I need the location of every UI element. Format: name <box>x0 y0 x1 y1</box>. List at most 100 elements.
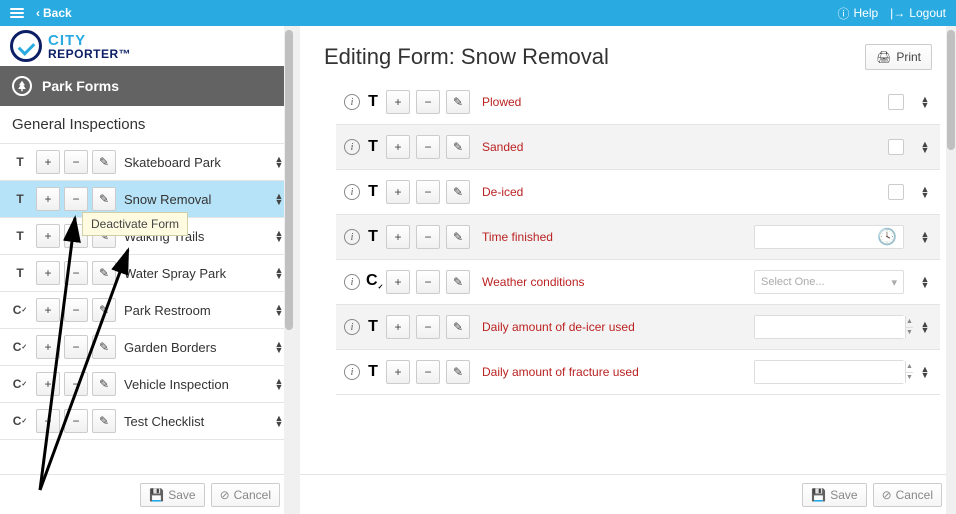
info-icon[interactable]: i <box>344 229 360 245</box>
edit-button[interactable]: ✎ <box>446 270 470 294</box>
checkbox[interactable] <box>888 94 904 110</box>
cancel-icon: ⊘ <box>220 488 230 502</box>
save-button[interactable]: 💾 Save <box>802 483 866 507</box>
time-input[interactable]: 🕓 <box>754 225 904 249</box>
field-row: iT+−✎De-iced▲▼ <box>336 170 940 215</box>
add-button[interactable]: + <box>36 409 60 433</box>
remove-button[interactable]: − <box>416 180 440 204</box>
print-button[interactable]: 🖨 Print <box>865 44 932 70</box>
edit-button[interactable]: ✎ <box>92 335 116 359</box>
sidebar: CITY REPORTER™ Park Forms General Inspec… <box>0 26 300 514</box>
checkbox[interactable] <box>888 184 904 200</box>
add-button[interactable]: + <box>36 187 60 211</box>
spin-up[interactable]: ▲ <box>906 316 913 328</box>
remove-button[interactable]: − <box>416 315 440 339</box>
edit-button[interactable]: ✎ <box>92 150 116 174</box>
add-button[interactable]: + <box>36 335 60 359</box>
edit-button[interactable]: ✎ <box>92 261 116 285</box>
remove-button[interactable]: − <box>64 150 88 174</box>
add-button[interactable]: + <box>386 270 410 294</box>
spin-up[interactable]: ▲ <box>906 361 913 373</box>
info-icon[interactable]: i <box>344 274 360 290</box>
help-button[interactable]: ⓘ Help <box>837 5 878 22</box>
logout-button[interactable]: |→ Logout <box>890 6 946 20</box>
add-button[interactable]: + <box>386 90 410 114</box>
remove-button[interactable]: − <box>416 225 440 249</box>
add-button[interactable]: + <box>36 224 60 248</box>
form-row[interactable]: T+−✎Skateboard Park▲▼ <box>0 144 294 181</box>
page-title: Editing Form: Snow Removal <box>324 44 609 70</box>
select-input[interactable]: Select One...▾ <box>754 270 904 294</box>
sidebar-scrollbar[interactable] <box>284 26 294 514</box>
form-row[interactable]: C✓+−✎Test Checklist▲▼ <box>0 403 294 440</box>
type-indicator: T <box>8 187 32 211</box>
edit-button[interactable]: ✎ <box>446 315 470 339</box>
add-button[interactable]: + <box>386 135 410 159</box>
edit-button[interactable]: ✎ <box>446 90 470 114</box>
edit-button[interactable]: ✎ <box>446 180 470 204</box>
type-indicator: T <box>8 261 32 285</box>
reorder-handle[interactable]: ▲▼ <box>918 97 932 107</box>
main-scrollbar[interactable] <box>946 26 956 514</box>
add-button[interactable]: + <box>386 225 410 249</box>
edit-button[interactable]: ✎ <box>92 298 116 322</box>
info-icon[interactable]: i <box>344 184 360 200</box>
remove-button[interactable]: − <box>64 372 88 396</box>
number-input[interactable]: ▲▼ <box>754 315 904 339</box>
hamburger-icon[interactable] <box>10 8 24 18</box>
remove-button[interactable]: − <box>64 298 88 322</box>
spin-down[interactable]: ▼ <box>906 373 913 384</box>
add-button[interactable]: + <box>36 372 60 396</box>
cancel-button[interactable]: ⊘ Cancel <box>211 483 280 507</box>
edit-button[interactable]: ✎ <box>92 372 116 396</box>
type-indicator: T <box>366 363 380 381</box>
add-button[interactable]: + <box>36 150 60 174</box>
remove-button[interactable]: − <box>416 135 440 159</box>
field-row: iT+−✎Daily amount of fracture used▲▼▲▼ <box>336 350 940 395</box>
reorder-handle[interactable]: ▲▼ <box>918 277 932 287</box>
info-icon[interactable]: i <box>344 319 360 335</box>
reorder-handle[interactable]: ▲▼ <box>918 232 932 242</box>
reorder-handle[interactable]: ▲▼ <box>918 322 932 332</box>
edit-button[interactable]: ✎ <box>92 187 116 211</box>
spin-down[interactable]: ▼ <box>906 328 913 339</box>
add-button[interactable]: + <box>36 298 60 322</box>
add-button[interactable]: + <box>386 315 410 339</box>
number-input[interactable]: ▲▼ <box>754 360 904 384</box>
remove-button[interactable]: − <box>64 261 88 285</box>
type-indicator: T <box>366 228 380 246</box>
remove-button[interactable]: − <box>64 409 88 433</box>
edit-button[interactable]: ✎ <box>446 360 470 384</box>
checkbox[interactable] <box>888 139 904 155</box>
add-button[interactable]: + <box>386 360 410 384</box>
edit-button[interactable]: ✎ <box>446 225 470 249</box>
back-label: Back <box>43 6 72 20</box>
clock-icon: 🕓 <box>877 227 897 247</box>
field-label: Daily amount of de-icer used <box>476 320 738 334</box>
edit-button[interactable]: ✎ <box>446 135 470 159</box>
info-icon[interactable]: i <box>344 139 360 155</box>
form-row[interactable]: C✓+−✎Park Restroom▲▼ <box>0 292 294 329</box>
reorder-handle[interactable]: ▲▼ <box>918 142 932 152</box>
remove-button[interactable]: − <box>416 270 440 294</box>
form-row[interactable]: C✓+−✎Vehicle Inspection▲▼ <box>0 366 294 403</box>
cancel-button[interactable]: ⊘ Cancel <box>873 483 942 507</box>
form-row[interactable]: T+−✎Water Spray Park▲▼ <box>0 255 294 292</box>
info-icon[interactable]: i <box>344 94 360 110</box>
edit-button[interactable]: ✎ <box>92 409 116 433</box>
reorder-handle[interactable]: ▲▼ <box>918 187 932 197</box>
add-button[interactable]: + <box>386 180 410 204</box>
form-name: Water Spray Park <box>120 266 268 281</box>
back-button[interactable]: ‹ Back <box>36 6 72 20</box>
remove-button[interactable]: − <box>64 187 88 211</box>
form-list: T+−✎Skateboard Park▲▼T+−✎Snow Removal▲▼T… <box>0 144 294 474</box>
field-row: iT+−✎Time finished🕓▲▼ <box>336 215 940 260</box>
reorder-handle[interactable]: ▲▼ <box>918 367 932 377</box>
remove-button[interactable]: − <box>64 335 88 359</box>
save-button[interactable]: 💾 Save <box>140 483 204 507</box>
form-row[interactable]: C✓+−✎Garden Borders▲▼ <box>0 329 294 366</box>
info-icon[interactable]: i <box>344 364 360 380</box>
remove-button[interactable]: − <box>416 360 440 384</box>
add-button[interactable]: + <box>36 261 60 285</box>
remove-button[interactable]: − <box>416 90 440 114</box>
